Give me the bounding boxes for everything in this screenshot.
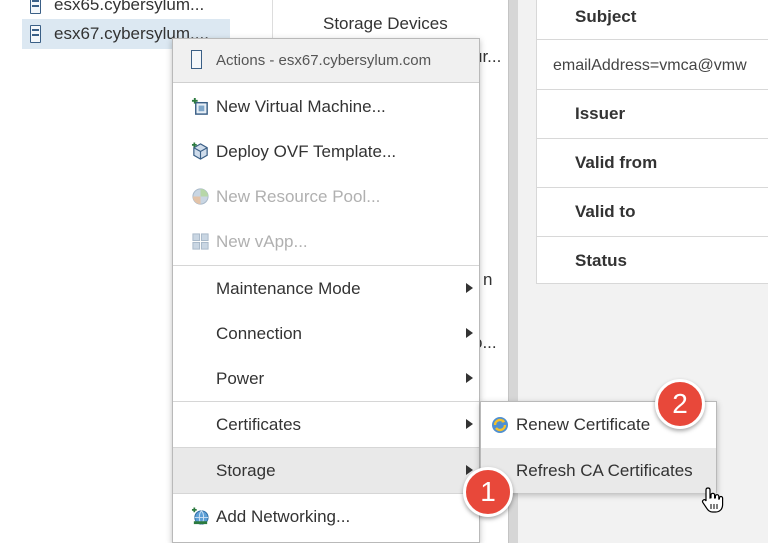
host-icon bbox=[30, 25, 41, 43]
cert-label: Subject bbox=[575, 7, 637, 26]
deploy-ovf-icon bbox=[191, 142, 208, 160]
menu-item-label: Power bbox=[216, 368, 265, 388]
menu-item-power[interactable]: Power bbox=[173, 356, 479, 401]
submenu-arrow-icon bbox=[466, 373, 473, 383]
callout-badge-1: 1 bbox=[463, 467, 513, 517]
tree-item-esx65[interactable]: esx65.cybersylum... bbox=[22, 0, 230, 20]
menu-item-maintenance-mode[interactable]: Maintenance Mode bbox=[173, 266, 479, 311]
tree-item-label: esx65.cybersylum... bbox=[54, 0, 205, 14]
cert-label: Valid to bbox=[575, 202, 636, 221]
menu-item-new-vapp[interactable]: New vApp... bbox=[173, 219, 479, 264]
resource-pool-icon bbox=[192, 188, 209, 205]
actions-context-menu: Actions - esx67.cybersylum.com New Virtu… bbox=[172, 38, 480, 543]
cert-row-subject: Subject bbox=[537, 0, 768, 40]
menu-item-label: Add Networking... bbox=[216, 506, 351, 526]
vapp-icon bbox=[192, 233, 209, 250]
menu-item-label: Certificates bbox=[216, 414, 302, 434]
menu-item-deploy-ovf[interactable]: Deploy OVF Template... bbox=[173, 129, 479, 174]
menu-item-label: Storage bbox=[216, 460, 276, 480]
cert-row-issuer: Issuer bbox=[537, 90, 768, 139]
submenu-item-label: Refresh CA Certificates bbox=[516, 460, 693, 480]
menu-item-new-vm[interactable]: New Virtual Machine... bbox=[173, 84, 479, 129]
menu-header: Actions - esx67.cybersylum.com bbox=[173, 39, 479, 83]
menu-item-label: Connection bbox=[216, 323, 303, 343]
menu-item-add-networking[interactable]: Add Networking... bbox=[173, 494, 479, 539]
cert-label: Issuer bbox=[575, 104, 626, 123]
menu-item-label: New Resource Pool... bbox=[216, 186, 381, 206]
menu-item-label: New vApp... bbox=[216, 231, 308, 251]
cert-row-valid-from: Valid from bbox=[537, 139, 768, 188]
menu-item-new-resource-pool[interactable]: New Resource Pool... bbox=[173, 174, 479, 219]
submenu-arrow-icon bbox=[466, 283, 473, 293]
submenu-item-label: Renew Certificate bbox=[516, 414, 651, 434]
menu-item-label: New Virtual Machine... bbox=[216, 96, 386, 116]
menu-item-certificates[interactable]: Certificates bbox=[173, 402, 479, 447]
cert-row-valid-to: Valid to bbox=[537, 188, 768, 237]
menu-header-label: Actions - esx67.cybersylum.com bbox=[216, 52, 432, 69]
submenu-arrow-icon bbox=[466, 328, 473, 338]
menu-item-storage[interactable]: Storage bbox=[173, 448, 479, 493]
cert-label: Status bbox=[575, 251, 627, 270]
callout-badge-2: 2 bbox=[655, 379, 705, 429]
menu-item-connection[interactable]: Connection bbox=[173, 311, 479, 356]
menu-item-label: Deploy OVF Template... bbox=[216, 141, 397, 161]
host-icon bbox=[191, 50, 202, 69]
hand-cursor-icon bbox=[701, 487, 724, 513]
nav-item-storage-devices[interactable]: Storage Devices bbox=[323, 14, 448, 34]
nav-item-truncated[interactable]: n bbox=[483, 270, 492, 290]
new-vm-icon bbox=[191, 97, 208, 115]
add-networking-icon bbox=[191, 507, 209, 525]
cert-label: Valid from bbox=[575, 153, 658, 172]
renew-certificate-icon bbox=[492, 417, 508, 433]
host-icon bbox=[30, 0, 41, 14]
submenu-arrow-icon bbox=[466, 419, 473, 429]
submenu-item-refresh-ca-certificates[interactable]: Refresh CA Certificates bbox=[481, 448, 716, 493]
cert-subject-value: emailAddress=vmca@vmw bbox=[553, 57, 747, 74]
cert-row-status: Status bbox=[537, 237, 768, 284]
certificate-table: Subject Issuer Valid from Valid to Statu… bbox=[536, 0, 768, 284]
menu-item-label: Maintenance Mode bbox=[216, 278, 361, 298]
